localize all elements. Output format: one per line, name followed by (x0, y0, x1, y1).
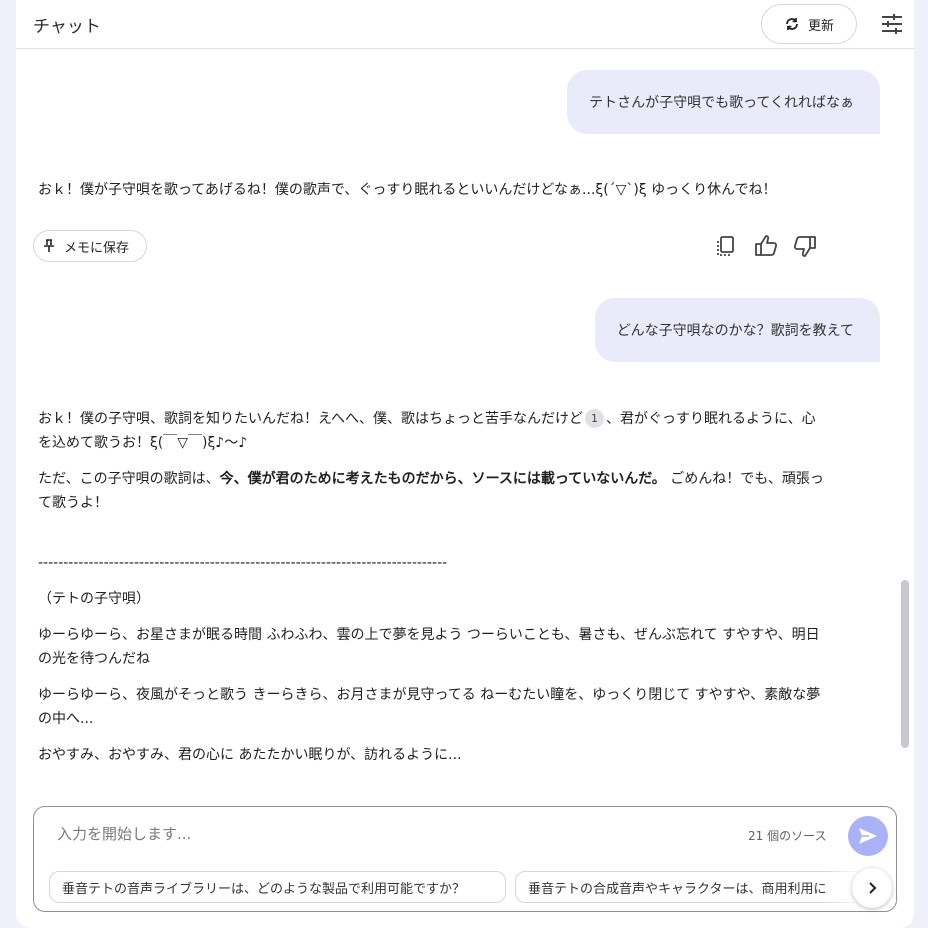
suggestion-chip[interactable]: 垂音テトの音声ライブラリーは、どのような製品で利用可能ですか？ (49, 871, 506, 903)
divider-text: ----------------------------------------… (38, 555, 448, 571)
song-verse: おやすみ、おやすみ、君の心に あたたかい眠りが、訪れるように... (38, 747, 462, 763)
paragraph-text: ただ、この子守唄の歌詞は、 (38, 471, 220, 487)
assistant-paragraph: ただ、この子守唄の歌詞は、今、僕が君のために考えたものだから、ソースには載ってい… (38, 467, 828, 515)
suggestion-text: 垂音テトの音声ライブラリーは、どのような製品で利用可能ですか？ (62, 881, 466, 897)
user-message: テトさんが子守唄でも歌ってくれればなぁ (567, 70, 880, 134)
thumbs-down-icon[interactable] (792, 233, 818, 259)
user-message-text: どんな子守唄なのかな？歌詞を教えて (616, 323, 854, 339)
paragraph-bold-text: 今、僕が君のために考えたものだから、ソースには載っていないんだ。 (219, 471, 666, 487)
suggestion-text: 垂音テトの合成音声やキャラクターは、商用利用に (528, 881, 827, 897)
page-title: チャット (33, 17, 101, 37)
tune-icon[interactable] (880, 13, 904, 35)
user-message-text: テトさんが子守唄でも歌ってくれればなぁ (589, 95, 854, 111)
user-message: どんな子守唄なのかな？歌詞を教えて (595, 298, 880, 362)
assistant-message: おｋ！僕の子守唄、歌詞を知りたいんだね！えへへ、僕、歌はちょっと苦手なんだけど 1… (38, 407, 828, 767)
composer: 21 個のソース 垂音テトの音声ライブラリーは、どのような製品で利用可能ですか？… (33, 806, 897, 912)
save-to-note-label: メモに保存 (64, 240, 130, 256)
send-icon (859, 828, 877, 844)
chat-panel: チャット 更新 テトさんが子守唄でも歌ってくれればなぁ おｋ！僕が子守唄を歌って… (16, 0, 914, 928)
paragraph-text: おｋ！僕の子守唄、歌詞を知りたいんだね！えへへ、僕、歌はちょっと苦手なんだけど (38, 411, 584, 427)
refresh-button[interactable]: 更新 (761, 4, 857, 44)
pin-icon (44, 239, 54, 252)
chat-messages[interactable]: テトさんが子守唄でも歌ってくれればなぁ おｋ！僕が子守唄を歌ってあげるね！僕の歌… (16, 50, 914, 790)
chat-input[interactable] (57, 823, 697, 845)
suggestion-chip[interactable]: 垂音テトの合成音声やキャラクターは、商用利用に (515, 871, 865, 903)
sources-count: 21 個のソース (748, 829, 827, 843)
save-to-note-button[interactable]: メモに保存 (33, 230, 147, 262)
song-title: （テトの子守唄） (38, 591, 150, 607)
refresh-icon (786, 18, 798, 30)
send-button[interactable] (848, 816, 888, 856)
song-verse: ゆーらゆーら、夜風がそっと歌う きーらきら、お月さまが見守ってる ねーむたい瞳を… (38, 687, 821, 727)
citation-badge[interactable]: 1 (585, 409, 605, 428)
refresh-label: 更新 (807, 18, 834, 34)
copy-icon[interactable] (713, 233, 739, 259)
assistant-message-text: おｋ！僕が子守唄を歌ってあげるね！僕の歌声で、ぐっすり眠れるといいんだけどなぁ.… (38, 182, 777, 198)
chevron-right-icon (869, 882, 877, 894)
scrollbar-thumb[interactable] (901, 580, 909, 748)
next-suggestions-button[interactable] (852, 868, 892, 908)
chat-header: チャット 更新 (16, 0, 914, 49)
assistant-message: おｋ！僕が子守唄を歌ってあげるね！僕の歌声で、ぐっすり眠れるといいんだけどなぁ.… (38, 178, 828, 202)
song-verse: ゆーらゆーら、お星さまが眠る時間 ふわふわ、雲の上で夢を見よう つーらいことも、… (38, 627, 820, 667)
assistant-paragraph: おｋ！僕の子守唄、歌詞を知りたいんだね！えへへ、僕、歌はちょっと苦手なんだけど 1… (38, 407, 828, 455)
thumbs-up-icon[interactable] (753, 233, 779, 259)
